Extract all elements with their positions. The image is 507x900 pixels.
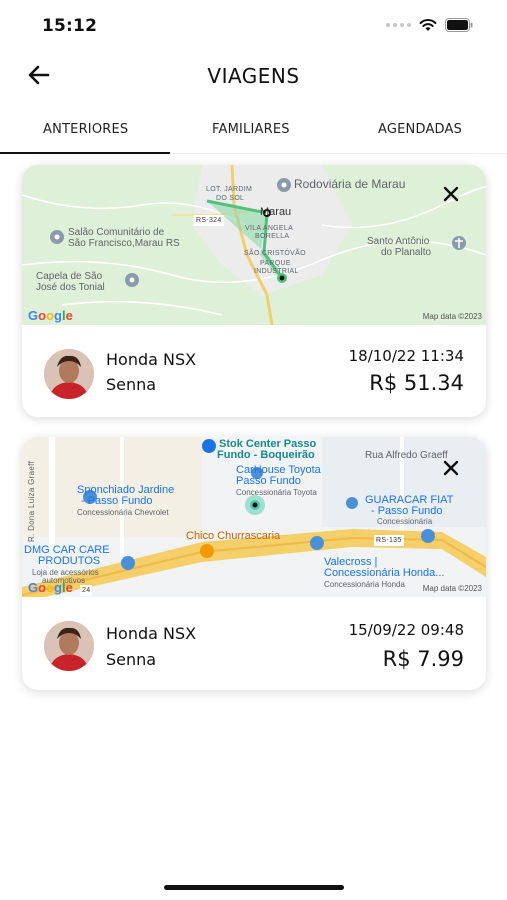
map-label: DO SOL (216, 195, 245, 202)
trip-card[interactable]: Stok Center Passo Fundo - Boqueirão R. D… (22, 437, 486, 690)
close-icon[interactable] (442, 459, 460, 477)
street-label: Rua Alfredo Graeff (365, 450, 448, 461)
map-attribution: Map data ©2023 (422, 584, 482, 593)
google-logo: Google (28, 308, 73, 323)
map-label: Rodoviária de Marau (294, 177, 406, 191)
map-label: BORELLA (255, 233, 290, 240)
trip-map: Stok Center Passo Fundo - Boqueirão R. D… (22, 437, 486, 597)
map-label: Salão Comunitário de (68, 227, 165, 238)
map-label: Concessionária Honda... (324, 567, 445, 579)
map-label: Concessionária (377, 517, 433, 526)
trip-card[interactable]: LOT. JARDIM DO SOL Rodoviária de Marau R… (22, 165, 486, 417)
map-label: Santo Antônio (367, 236, 430, 247)
road-label: RS-135 (374, 535, 404, 546)
status-icons (386, 18, 473, 32)
tab-familiares[interactable]: FAMILIARES (212, 122, 290, 137)
wifi-icon (419, 19, 437, 31)
active-tab-indicator (0, 152, 170, 154)
trip-date: 18/10/22 11:34 (348, 347, 464, 365)
map-label: do Planalto (381, 247, 432, 258)
driver-name: Senna (106, 375, 157, 394)
map-label: INDUSTRIAL (254, 268, 299, 275)
driver-avatar (44, 349, 94, 399)
map-label: Concessionária Honda (324, 580, 405, 589)
map-label: Passo Fundo (236, 475, 301, 487)
trip-price: R$ 7.99 (382, 647, 464, 671)
map-attribution: Map data ©2023 (422, 312, 482, 321)
home-indicator[interactable] (164, 885, 344, 890)
trip-map: LOT. JARDIM DO SOL Rodoviária de Marau R… (22, 165, 486, 325)
map-label: Marau (260, 206, 292, 218)
trip-date: 15/09/22 09:48 (348, 621, 464, 639)
road-label: RS-324 (194, 215, 224, 226)
map-label: São Francisco,Marau RS (68, 238, 180, 249)
status-time: 15:12 (42, 16, 98, 36)
tab-bar: ANTERIORES FAMILIARES AGENDADAS (0, 118, 507, 154)
map-label: Capela de São (36, 271, 103, 282)
tab-anteriores[interactable]: ANTERIORES (43, 122, 128, 137)
map-label: - Passo Fundo (81, 495, 153, 507)
road-label: 24 (80, 585, 93, 596)
driver-avatar (44, 621, 94, 671)
map-label: Chico Churrascaria (186, 530, 281, 542)
trip-info: Honda NSX Senna 18/10/22 11:34 R$ 51.34 (22, 325, 486, 417)
battery-icon (445, 18, 473, 32)
driver-name: Senna (106, 650, 157, 669)
tab-agendadas[interactable]: AGENDADAS (378, 122, 462, 137)
map-label: Concessionária Chevrolet (77, 508, 169, 517)
street-label: R. Dona Luiza Graeff (27, 461, 36, 543)
vehicle-name: Honda NSX (106, 350, 197, 369)
trip-info: Honda NSX Senna 15/09/22 09:48 R$ 7.99 (22, 597, 486, 689)
map-label: José dos Tonial (36, 282, 105, 293)
map-label: Fundo - Boqueirão (217, 449, 315, 461)
signal-icon (386, 23, 411, 27)
vehicle-name: Honda NSX (106, 624, 197, 643)
map-label: PRODUTOS (38, 555, 101, 567)
page-title: VIAGENS (207, 64, 300, 88)
close-icon[interactable] (442, 185, 460, 203)
google-logo: Google (28, 580, 73, 595)
header: VIAGENS (0, 52, 507, 102)
map-label: Concessionária Toyota (236, 488, 317, 497)
trip-price: R$ 51.34 (369, 371, 464, 395)
status-bar: 15:12 (0, 0, 507, 52)
